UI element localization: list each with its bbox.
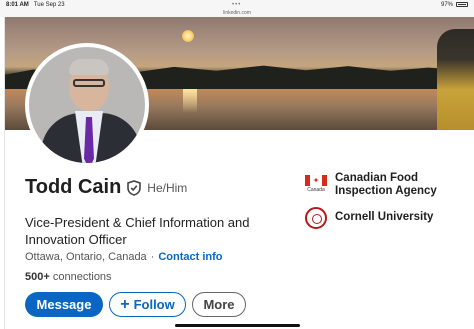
location-separator: · — [150, 251, 155, 263]
message-button[interactable]: Message — [25, 292, 103, 317]
org-name: Canadian Food Inspection Agency — [335, 172, 437, 197]
sun-graphic — [182, 30, 194, 42]
profile-card: Todd Cain He/Him Vice-President & Chief … — [4, 17, 474, 329]
follow-label: Follow — [133, 297, 175, 312]
tab-dots-icon[interactable]: ••• — [232, 2, 241, 8]
connections-number: 500+ — [25, 271, 50, 283]
org-cfia[interactable]: ✦ Canada Canadian Food Inspection Agency — [303, 172, 473, 198]
profile-headline: Vice-President & Chief Information and I… — [25, 215, 250, 247]
contact-info-link[interactable]: Contact info — [158, 251, 222, 263]
profile-name: Todd Cain — [25, 176, 122, 198]
sun-reflection-graphic — [183, 89, 197, 113]
location-row: Ottawa, Ontario, Canada · Contact info — [25, 251, 223, 263]
connections-count[interactable]: 500+ connections — [25, 271, 112, 283]
cornell-seal-icon — [303, 206, 329, 230]
org-cornell[interactable]: Cornell University — [303, 206, 473, 230]
canada-wordmark: Canada — [307, 187, 325, 193]
action-buttons: Message + Follow More — [25, 292, 246, 317]
profile-location: Ottawa, Ontario, Canada — [25, 251, 147, 263]
profile-pronouns: He/Him — [147, 180, 188, 195]
connections-label: connections — [52, 271, 112, 283]
profile-avatar[interactable] — [25, 43, 149, 167]
status-right: 97% — [441, 2, 468, 8]
organizations-list: ✦ Canada Canadian Food Inspection Agency… — [303, 172, 473, 238]
url-bar[interactable]: linkedin.com — [0, 9, 474, 17]
battery-percent: 97% — [440, 1, 453, 8]
status-time: 8:01 AM — [6, 1, 29, 8]
battery-icon — [456, 2, 468, 7]
canada-flag-icon: ✦ Canada — [303, 172, 329, 196]
status-date: Tue Sep 23 — [33, 1, 65, 8]
org-name: Cornell University — [335, 211, 434, 223]
home-indicator[interactable] — [175, 324, 300, 327]
status-bar: 8:01 AM Tue Sep 23 ••• 97% — [0, 0, 474, 9]
person-silhouette-graphic — [437, 29, 474, 130]
name-row: Todd Cain He/Him — [25, 176, 187, 199]
follow-button[interactable]: + Follow — [109, 292, 186, 317]
plus-icon: + — [120, 295, 130, 313]
more-button[interactable]: More — [192, 292, 246, 317]
verified-shield-icon[interactable] — [127, 179, 142, 196]
